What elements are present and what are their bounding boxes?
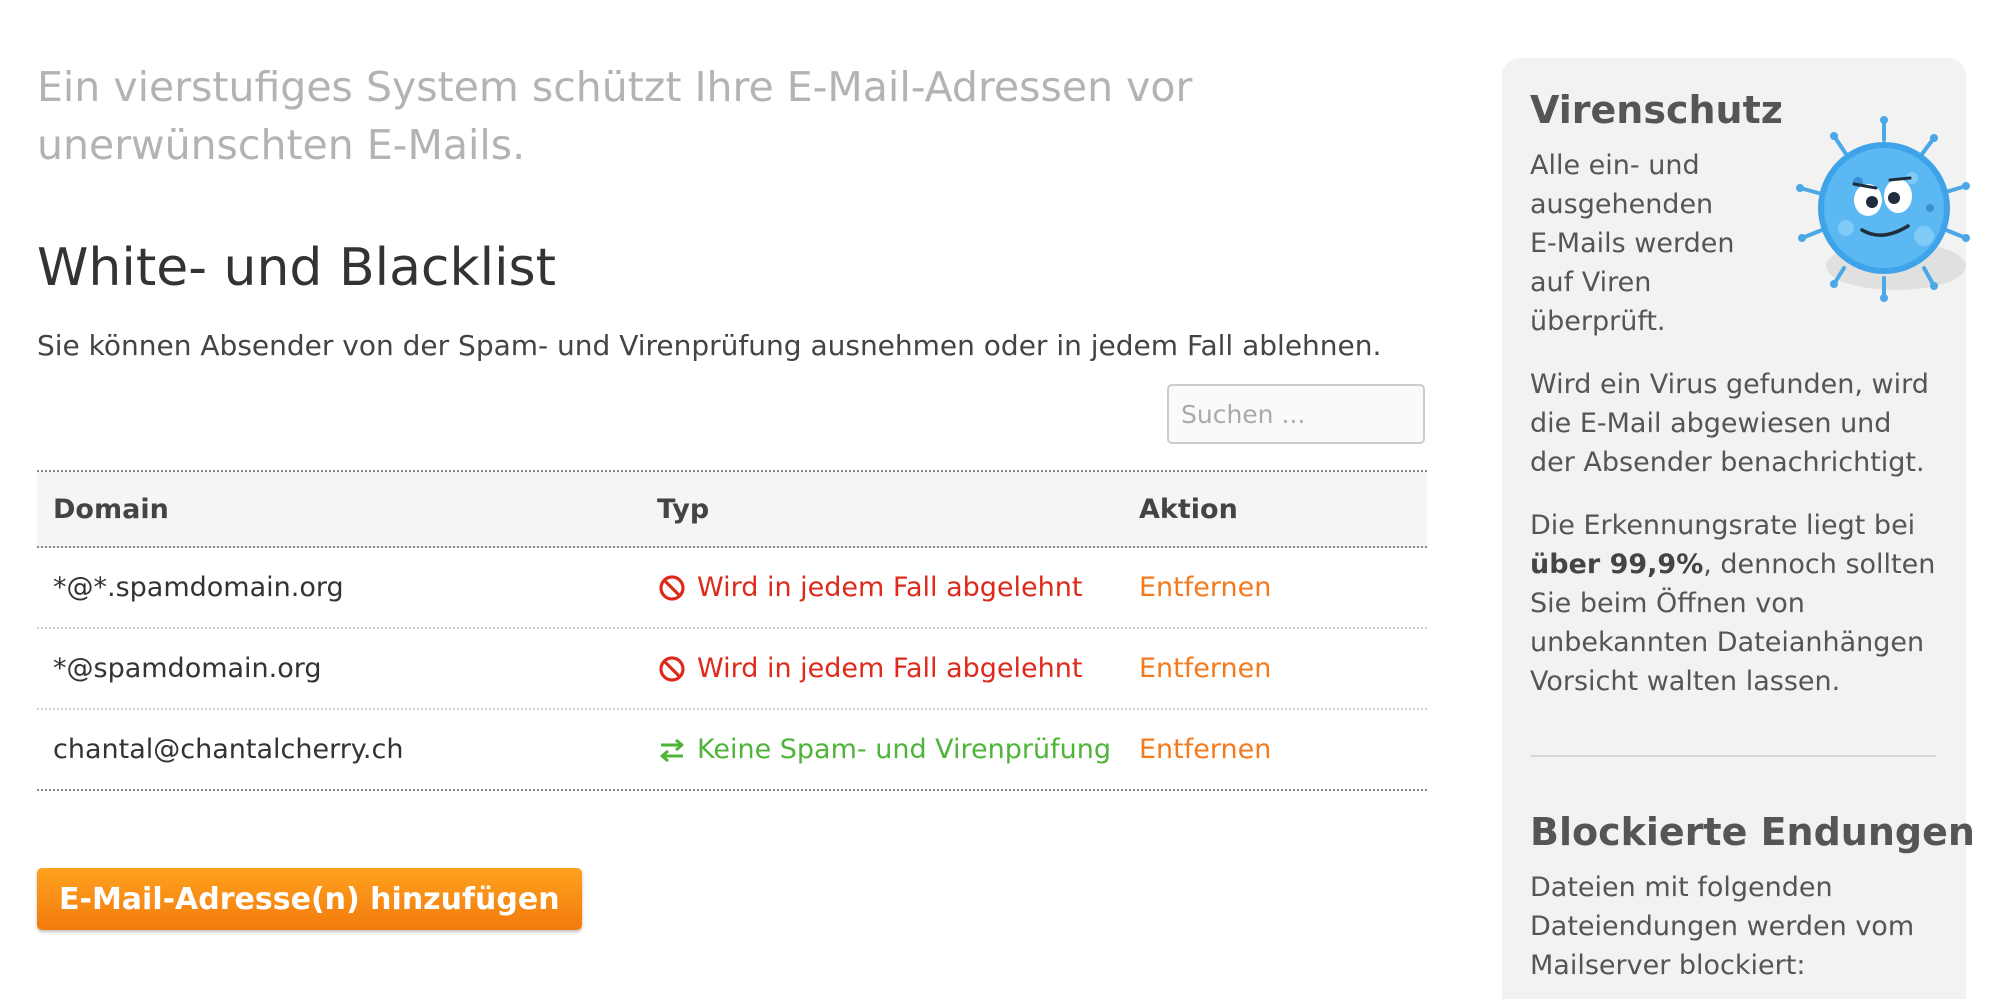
domain-cell: *@spamdomain.org	[53, 653, 322, 684]
type-label: Wird in jedem Fall abgelehnt	[697, 572, 1083, 603]
intro-text: Ein vierstufiges System schützt Ihre E-M…	[37, 63, 1193, 169]
page-title: White- und Blacklist	[37, 238, 557, 298]
blocked-extensions-text: Dateien mit folgenden Dateiendungen werd…	[1530, 872, 1915, 981]
virus-protection-title: Virenschutz	[1530, 88, 1783, 132]
domain-cell: chantal@chantalcherry.ch	[53, 734, 404, 765]
blocked-extensions-title: Blockierte Endungen	[1530, 810, 1975, 854]
table-row: chantal@chantalcherry.ch Keine Spam- und…	[37, 710, 1427, 789]
divider	[1530, 755, 1936, 757]
type-label: Wird in jedem Fall abgelehnt	[697, 653, 1083, 684]
add-email-button[interactable]: E-Mail-Adresse(n) hinzufügen	[37, 868, 582, 930]
virus-text-2: Wird ein Virus gefunden, wird die E-Mail…	[1530, 369, 1929, 478]
table-row: *@spamdomain.org Wird in jedem Fall abge…	[37, 629, 1427, 710]
remove-link[interactable]: Entfernen	[1139, 653, 1271, 684]
column-header-domain[interactable]: Domain	[37, 494, 657, 525]
remove-link[interactable]: Entfernen	[1139, 734, 1271, 765]
page: Ein vierstufiges System schützt Ihre E-M…	[0, 0, 2010, 999]
sidebar: Virenschutz Alle ein- und ausgehenden E-…	[1502, 58, 1975, 999]
virus-text-1: Alle ein- und ausgehenden E-Mails werden…	[1530, 150, 1735, 337]
block-icon	[659, 574, 685, 601]
swap-arrows-icon	[660, 738, 684, 762]
table-header: Domain Typ Aktion	[37, 472, 1427, 548]
virus-text-3: Die Erkennungsrate liegt bei über 99,9%,…	[1530, 510, 1936, 697]
section-description: Sie können Absender von der Spam- und Vi…	[37, 329, 1382, 362]
virus-mascot-icon	[1796, 116, 1970, 302]
remove-link[interactable]: Entfernen	[1139, 572, 1271, 603]
domain-cell: *@*.spamdomain.org	[53, 572, 344, 603]
block-icon	[659, 655, 685, 682]
list-table: Domain Typ Aktion *@*.spamdomain.org Wir…	[37, 470, 1427, 791]
column-header-typ[interactable]: Typ	[657, 494, 1139, 525]
search-input[interactable]	[1167, 384, 1425, 444]
column-header-aktion: Aktion	[1139, 493, 1238, 525]
type-label: Keine Spam- und Virenprüfung	[697, 734, 1112, 765]
table-row: *@*.spamdomain.org Wird in jedem Fall ab…	[37, 548, 1427, 629]
